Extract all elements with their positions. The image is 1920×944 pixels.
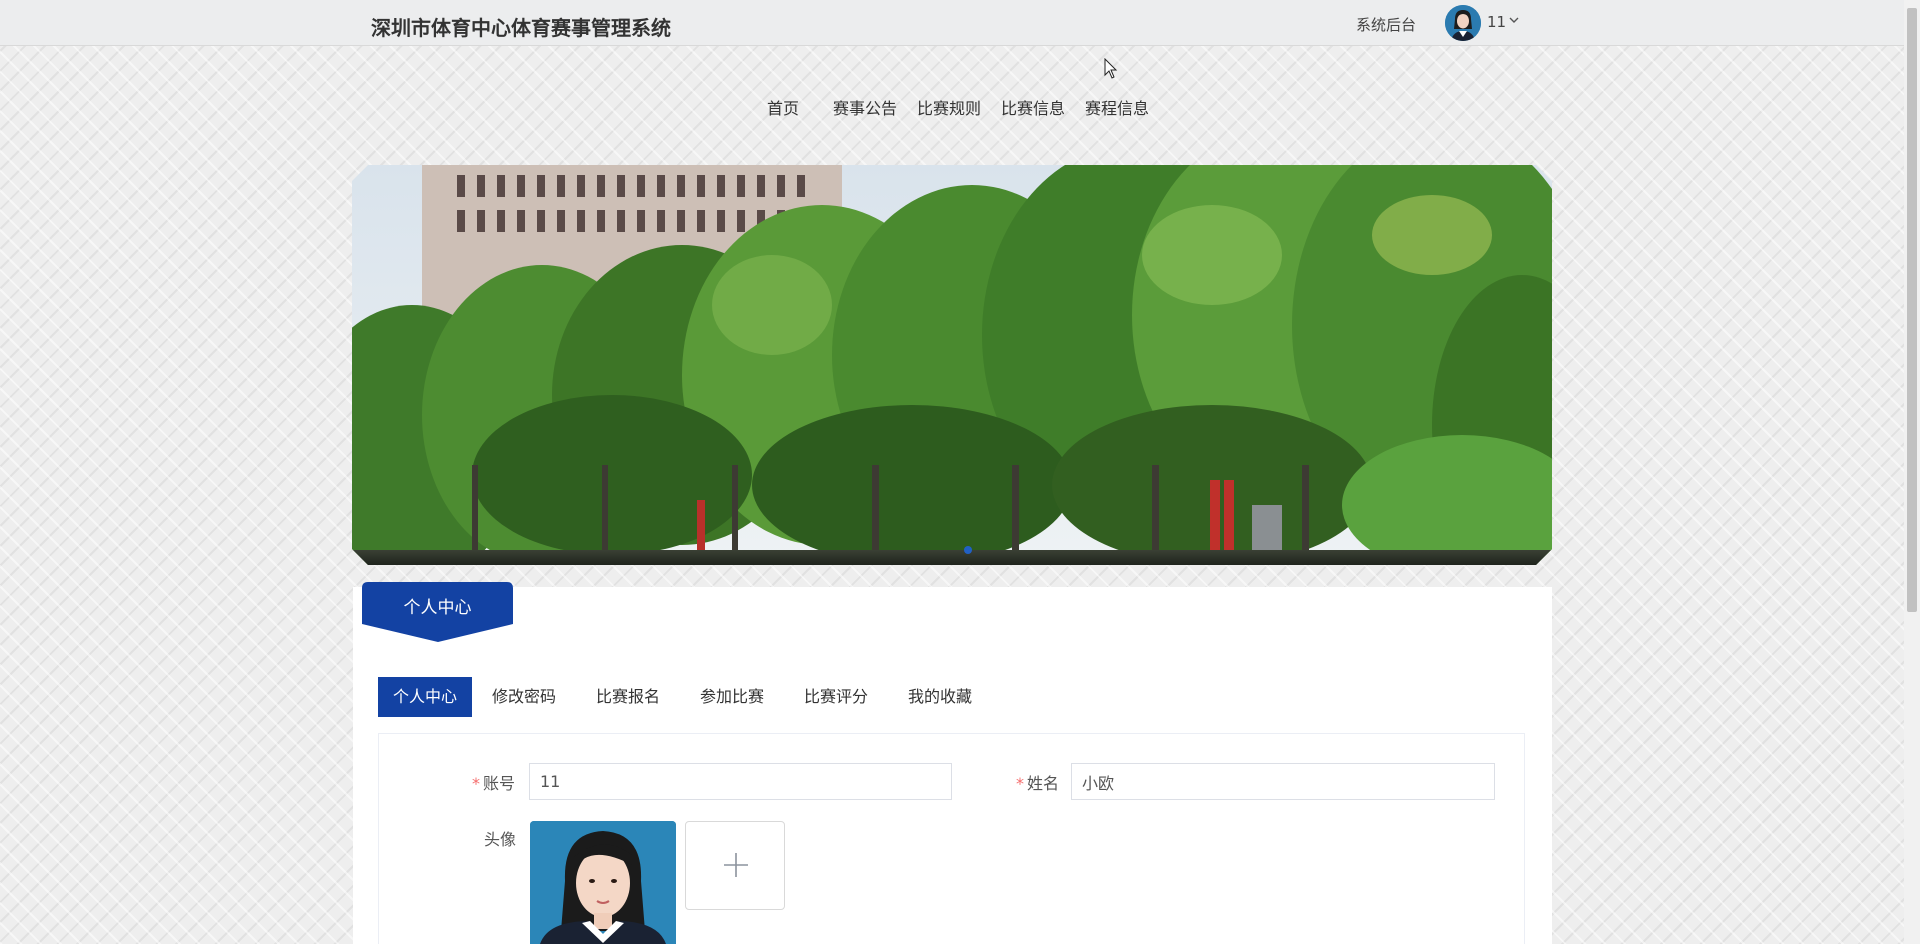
site-title: 深圳市体育中心体育赛事管理系统: [371, 16, 671, 40]
nav-item-schedule[interactable]: 赛程信息: [1085, 95, 1149, 119]
banner-carousel[interactable]: [352, 165, 1552, 565]
chevron-down-icon[interactable]: [1508, 14, 1520, 29]
section-title: 个人中心: [403, 598, 472, 618]
avatar-portrait-icon: [1445, 5, 1481, 41]
carousel-indicator-dot[interactable]: [964, 546, 972, 554]
nav-item-home[interactable]: 首页: [767, 95, 799, 119]
tab-join-match[interactable]: 参加比赛: [682, 677, 782, 717]
plus-icon: [722, 851, 750, 883]
mouse-cursor-icon: [1104, 57, 1118, 84]
tab-change-password[interactable]: 修改密码: [474, 677, 574, 717]
user-avatar[interactable]: [1445, 5, 1481, 41]
tab-profile[interactable]: 个人中心: [378, 677, 472, 717]
account-label: * 账号: [472, 774, 516, 793]
nav-item-announcements[interactable]: 赛事公告: [833, 95, 897, 119]
required-mark: *: [1016, 774, 1024, 793]
tab-match-scoring[interactable]: 比赛评分: [786, 677, 886, 717]
name-input[interactable]: [1071, 763, 1495, 800]
admin-backend-link[interactable]: 系统后台: [1356, 14, 1416, 35]
account-input[interactable]: [529, 763, 952, 800]
avatar-upload-button[interactable]: [685, 821, 785, 910]
avatar-label: 头像: [484, 830, 517, 849]
top-header-bar: 深圳市体育中心体育赛事管理系统 系统后台 11: [0, 0, 1904, 46]
page-scrollbar-thumb[interactable]: [1907, 8, 1917, 612]
nav-item-rules[interactable]: 比赛规则: [917, 95, 981, 119]
user-name[interactable]: 11: [1487, 13, 1506, 31]
avatar-preview-image: [530, 821, 676, 944]
tab-match-registration[interactable]: 比赛报名: [578, 677, 678, 717]
required-mark: *: [472, 774, 480, 793]
nav-item-match-info[interactable]: 比赛信息: [1001, 95, 1065, 119]
main-navigation: 首页 赛事公告 比赛规则 比赛信息 赛程信息: [0, 95, 1904, 119]
tab-my-favorites[interactable]: 我的收藏: [890, 677, 990, 717]
banner-image: [352, 165, 1552, 565]
name-label: * 姓名: [1016, 774, 1060, 793]
